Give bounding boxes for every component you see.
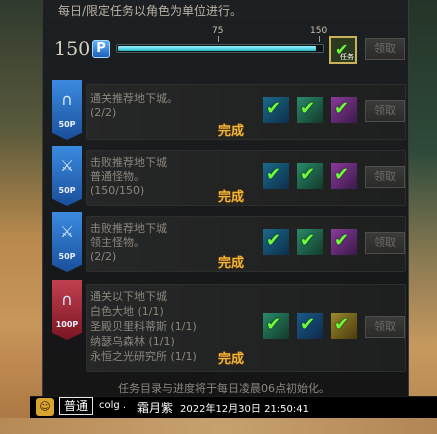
claim-button[interactable]: 领取 [365, 166, 405, 188]
reward-icon[interactable]: ✔ [296, 96, 324, 124]
check-icon: ✔ [334, 314, 350, 335]
chat-timestamp: 2022年12月30日 21:50:41 [180, 404, 309, 415]
progress-bar [116, 44, 324, 53]
final-reward-label: 任务 [340, 53, 354, 61]
sword-icon: ⚔ [59, 222, 75, 241]
tick-mark-75 [218, 36, 219, 42]
check-icon: ✔ [300, 230, 316, 251]
points-icon: P [92, 40, 110, 58]
reward-icon[interactable]: ✔ [262, 96, 290, 124]
reward-icon[interactable]: ✔ [262, 162, 290, 190]
background-left [0, 0, 42, 434]
task-row: ∩ 50P 通关推荐地下城。 (2/2) 完成 ✔ ✔ ✔ 领取 [48, 80, 412, 140]
badge-body [52, 146, 82, 206]
task-status: 完成 [218, 352, 245, 367]
chat-face-icon[interactable]: ☺ [36, 398, 54, 416]
task-row: ⚔ 50P 击败推荐地下城 领主怪物。 (2/2) 完成 ✔ ✔ ✔ 领取 [48, 212, 412, 272]
chat-channel-button[interactable]: 普通 [59, 397, 93, 415]
task-status: 完成 [218, 256, 245, 271]
progress-fill [118, 46, 316, 51]
reward-icon[interactable]: ✔ [262, 228, 290, 256]
badge-body [52, 212, 82, 272]
reset-note: 任务目录与进度将于每日凌晨06点初始化。 [118, 382, 330, 395]
check-icon: ✔ [334, 230, 350, 251]
task-line: 普通怪物。 [90, 170, 145, 183]
claim-button[interactable]: 领取 [365, 100, 405, 122]
check-icon: ✔ [266, 230, 282, 251]
reward-icon[interactable]: ✔ [296, 228, 324, 256]
reward-icon[interactable]: ✔ [296, 162, 324, 190]
background-right [409, 0, 437, 434]
reward-icon[interactable]: ✔ [330, 312, 358, 340]
check-icon: ✔ [334, 98, 350, 119]
background-bottom [0, 418, 437, 434]
task-line: 白色大地 (1/1) [90, 305, 164, 318]
badge-points: 50P [58, 186, 76, 195]
claim-button[interactable]: 领取 [365, 232, 405, 254]
gate-icon: ∩ [61, 290, 73, 309]
task-line: (2/2) [90, 106, 117, 119]
reward-icon[interactable]: ✔ [262, 312, 290, 340]
reward-icon[interactable]: ✔ [330, 228, 358, 256]
task-line: 通关推荐地下城。 [90, 92, 178, 105]
task-line: 击败推荐地下城 [90, 222, 167, 235]
level-value: 150 [54, 38, 91, 60]
check-icon: ✔ [300, 314, 316, 335]
badge-points: 50P [58, 120, 76, 129]
reward-icon[interactable]: ✔ [330, 96, 358, 124]
task-line: 领主怪物。 [90, 236, 145, 249]
badge-points: 100P [55, 320, 79, 329]
task-badge: ∩ 100P [52, 280, 82, 346]
check-icon: ✔ [266, 98, 282, 119]
reward-icon[interactable]: ✔ [330, 162, 358, 190]
task-status: 完成 [218, 124, 245, 139]
tick-label-150: 150 [310, 26, 328, 36]
task-line: 永恒之光研究所 (1/1) [90, 350, 197, 363]
gate-icon: ∩ [61, 90, 73, 109]
task-badge: ⚔ 50P [52, 146, 82, 210]
tick-mark-150 [319, 36, 320, 42]
reward-icon[interactable]: ✔ [296, 312, 324, 340]
task-line: 纳瑟乌森林 (1/1) [90, 335, 175, 348]
claim-button[interactable]: 领取 [365, 316, 405, 338]
task-line: 击败推荐地下城 [90, 156, 167, 169]
chat-name: 霜月紫 [137, 401, 174, 415]
check-icon: ✔ [300, 98, 316, 119]
task-row: ⚔ 50P 击败推荐地下城 普通怪物。 (150/150) 完成 ✔ ✔ ✔ 领… [48, 146, 412, 206]
task-badge: ∩ 50P [52, 80, 82, 144]
task-row: ∩ 100P 通关以下地下城 白色大地 (1/1) 圣殿贝里科蒂斯 (1/1) … [48, 280, 412, 372]
check-icon: ✔ [334, 164, 350, 185]
task-line: (150/150) [90, 184, 145, 197]
final-reward-chest-icon[interactable]: ✔ 任务 [329, 36, 357, 64]
check-icon: ✔ [266, 314, 282, 335]
intro-text: 每日/限定任务以角色为单位进行。 [58, 4, 243, 18]
task-line: 圣殿贝里科蒂斯 (1/1) [90, 320, 197, 333]
chat-username: colg . [99, 400, 127, 411]
sword-icon: ⚔ [59, 156, 75, 175]
claim-final-button[interactable]: 领取 [365, 38, 405, 60]
task-badge: ⚔ 50P [52, 212, 82, 276]
badge-body [52, 80, 82, 140]
task-status: 完成 [218, 190, 245, 205]
badge-points: 50P [58, 252, 76, 261]
check-icon: ✔ [300, 164, 316, 185]
check-icon: ✔ [266, 164, 282, 185]
task-line: 通关以下地下城 [90, 290, 167, 303]
tick-label-75: 75 [212, 26, 224, 36]
badge-body [52, 280, 82, 340]
task-line: (2/2) [90, 250, 117, 263]
